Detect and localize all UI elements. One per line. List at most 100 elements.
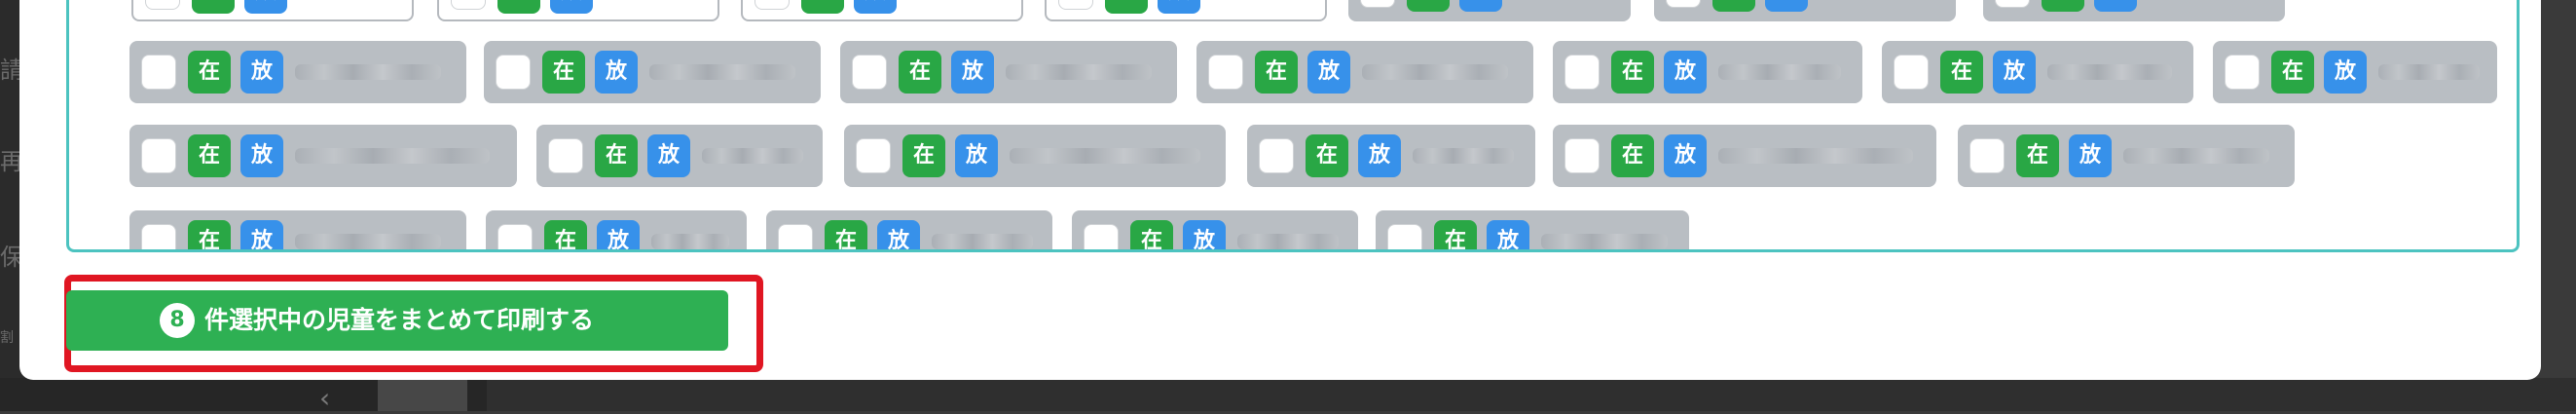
student-chip[interactable]: 在 放 (486, 210, 747, 249)
student-checkbox[interactable] (1360, 0, 1395, 8)
background-page-bottom: ‹ (0, 378, 2576, 414)
student-checkbox[interactable] (852, 55, 887, 90)
selected-count-badge: 8 (160, 303, 195, 338)
student-checkbox[interactable] (1259, 138, 1294, 173)
redacted-student-name (2123, 148, 2269, 164)
after-school-badge: 放 (951, 51, 994, 94)
student-chip[interactable]: 在 放 (484, 41, 821, 103)
redacted-student-name (295, 148, 490, 164)
after-school-badge: 放 (597, 220, 640, 249)
student-checkbox[interactable] (1387, 224, 1422, 249)
student-chip[interactable]: 在 放 (1882, 41, 2193, 103)
after-school-badge: 放 (240, 134, 283, 177)
student-chip[interactable]: 在 放 (1376, 210, 1689, 249)
present-badge: 在 (192, 0, 235, 14)
student-chip[interactable]: 在 放 (1553, 41, 1862, 103)
student-checkbox[interactable] (2225, 55, 2260, 90)
present-badge: 在 (188, 220, 231, 249)
bulk-print-button[interactable]: 8 件選択中の児童をまとめて印刷する (66, 290, 728, 351)
after-school-badge: 放 (1183, 220, 1226, 249)
after-school-badge: 放 (2094, 0, 2137, 12)
present-badge: 在 (1130, 220, 1173, 249)
student-chip[interactable]: 在 放 (129, 210, 466, 249)
student-checkbox[interactable] (141, 55, 176, 90)
student-checkbox[interactable] (496, 55, 531, 90)
student-chip[interactable]: 在 放 (437, 0, 719, 21)
redacted-student-name (1413, 148, 1514, 164)
present-badge: 在 (497, 0, 540, 14)
after-school-badge: 放 (1158, 0, 1200, 14)
student-checkbox[interactable] (1969, 138, 2005, 173)
redacted-student-name (1010, 148, 1200, 164)
present-badge: 在 (188, 134, 231, 177)
student-chip[interactable]: 在 放 (131, 0, 414, 21)
student-chip[interactable]: 在 放 (1196, 41, 1533, 103)
student-chip[interactable]: 在 放 (129, 41, 466, 103)
present-badge: 在 (1611, 134, 1654, 177)
student-chip[interactable]: 在 放 (766, 210, 1052, 249)
student-chip[interactable]: 在 放 (1072, 210, 1358, 249)
student-checkbox[interactable] (141, 138, 176, 173)
student-checkbox[interactable] (856, 138, 891, 173)
after-school-badge: 放 (1358, 134, 1401, 177)
student-checkbox[interactable] (1208, 55, 1243, 90)
after-school-badge: 放 (1664, 134, 1707, 177)
after-school-badge: 放 (1307, 51, 1350, 94)
student-chip[interactable]: 在 放 (1553, 125, 1936, 187)
after-school-badge: 放 (240, 51, 283, 94)
after-school-badge: 放 (2324, 51, 2367, 94)
chevron-left-icon: ‹ (319, 382, 331, 414)
student-checkbox[interactable] (1058, 0, 1093, 10)
student-chip[interactable]: 在 放 (1348, 0, 1631, 21)
student-chip[interactable]: 在 放 (741, 0, 1023, 21)
present-badge: 在 (544, 220, 587, 249)
redacted-student-name (1006, 64, 1152, 80)
student-checkbox[interactable] (141, 224, 176, 249)
present-badge: 在 (1407, 0, 1450, 12)
redacted-student-name (1541, 234, 1668, 249)
student-chip[interactable]: 在 放 (1247, 125, 1535, 187)
student-chip[interactable]: 在 放 (2213, 41, 2497, 103)
redacted-student-name (702, 148, 803, 164)
student-chip[interactable]: 在 放 (1958, 125, 2295, 187)
present-badge: 在 (1105, 0, 1148, 14)
student-checkbox[interactable] (1564, 138, 1600, 173)
student-chip[interactable]: 在 放 (844, 125, 1226, 187)
student-chip[interactable]: 在 放 (129, 125, 517, 187)
redacted-student-name (649, 64, 795, 80)
after-school-badge: 放 (1993, 51, 2036, 94)
redacted-student-name (295, 64, 441, 80)
after-school-badge: 放 (854, 0, 897, 14)
redacted-student-name (1237, 234, 1339, 249)
student-selection-list[interactable]: 在 放 在 放 在 放 在 放 在 放 在 放 在 放 在 放 在 放 在 放 … (66, 0, 2520, 252)
student-checkbox[interactable] (451, 0, 486, 10)
student-checkbox[interactable] (1084, 224, 1119, 249)
background-panel (487, 378, 2576, 411)
student-checkbox[interactable] (548, 138, 583, 173)
present-badge: 在 (1255, 51, 1298, 94)
student-chip[interactable]: 在 放 (536, 125, 823, 187)
student-checkbox[interactable] (1995, 0, 2030, 8)
present-badge: 在 (1434, 220, 1477, 249)
present-badge: 在 (2271, 51, 2314, 94)
student-checkbox[interactable] (497, 224, 533, 249)
present-badge: 在 (825, 220, 867, 249)
student-checkbox[interactable] (145, 0, 180, 10)
present-badge: 在 (899, 51, 941, 94)
student-checkbox[interactable] (778, 224, 813, 249)
student-checkbox[interactable] (1894, 55, 1929, 90)
redacted-student-name (1362, 64, 1508, 80)
after-school-badge: 放 (240, 220, 283, 249)
redacted-student-name (1718, 64, 1841, 80)
student-checkbox[interactable] (1564, 55, 1600, 90)
student-chip[interactable]: 在 放 (1654, 0, 1956, 21)
student-chip[interactable]: 在 放 (1045, 0, 1327, 21)
student-chip[interactable]: 在 放 (1983, 0, 2285, 21)
student-checkbox[interactable] (754, 0, 790, 10)
redacted-student-name (932, 234, 1033, 249)
after-school-badge: 放 (1664, 51, 1707, 94)
student-checkbox[interactable] (1666, 0, 1701, 8)
student-chip[interactable]: 在 放 (840, 41, 1177, 103)
present-badge: 在 (801, 0, 844, 14)
present-badge: 在 (1306, 134, 1348, 177)
